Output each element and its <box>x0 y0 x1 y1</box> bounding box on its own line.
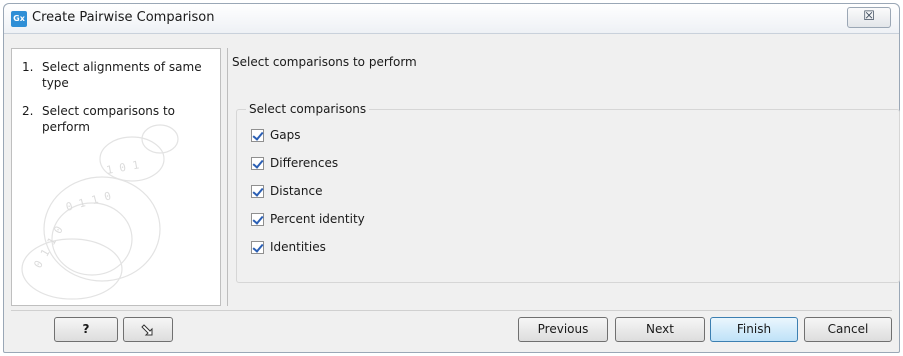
dialog-window: Gx Create Pairwise Comparison ☒ 1. Selec… <box>3 3 900 353</box>
step-number: 1. <box>22 60 34 74</box>
checkbox-checked[interactable] <box>251 212 264 226</box>
checkbox-checked[interactable] <box>251 184 264 198</box>
group-label: Select comparisons <box>246 102 370 116</box>
svg-text:0 1 1 0: 0 1 1 0 <box>64 189 112 214</box>
app-icon: Gx <box>11 11 27 27</box>
close-button[interactable]: ☒ <box>847 7 891 28</box>
option-gaps[interactable]: Gaps <box>251 128 301 142</box>
checkbox-checked[interactable] <box>251 128 264 142</box>
window-title: Create Pairwise Comparison <box>32 10 215 25</box>
option-label: Percent identity <box>270 212 365 226</box>
option-label: Distance <box>270 184 323 198</box>
footer-divider <box>11 310 892 311</box>
option-distance[interactable]: Distance <box>251 184 322 198</box>
option-differences[interactable]: Differences <box>251 156 338 170</box>
steps-panel: 1. Select alignments of same type 2. Sel… <box>11 48 221 306</box>
cancel-button[interactable]: Cancel <box>804 317 892 342</box>
step-item: 1. Select alignments of same type <box>12 59 217 91</box>
content-panel: Select comparisons to perform Select com… <box>227 48 900 306</box>
finish-button[interactable]: Finish <box>710 317 798 342</box>
comparisons-group: Select comparisons Gaps Differences Dist… <box>236 102 900 283</box>
option-percent-identity[interactable]: Percent identity <box>251 212 365 226</box>
checkbox-checked[interactable] <box>251 240 264 254</box>
help-button[interactable]: ? <box>54 317 118 342</box>
checkbox-checked[interactable] <box>251 156 264 170</box>
previous-button[interactable]: Previous <box>518 317 608 342</box>
step-label: Select alignments of same type <box>42 60 202 90</box>
page-heading: Select comparisons to perform <box>232 55 417 69</box>
option-label: Gaps <box>270 128 301 142</box>
svg-text:1 0 1: 1 0 1 <box>105 158 140 177</box>
reset-button[interactable] <box>123 317 173 342</box>
help-icon: ? <box>82 322 90 336</box>
close-icon: ☒ <box>863 9 875 24</box>
dna-watermark-icon: 0 1 1 0 0 1 1 0 1 0 1 <box>21 124 179 300</box>
option-identities[interactable]: Identities <box>251 240 326 254</box>
title-bar: Gx Create Pairwise Comparison ☒ <box>4 4 899 34</box>
option-label: Differences <box>270 156 339 170</box>
reset-icon <box>141 323 153 335</box>
next-button[interactable]: Next <box>615 317 705 342</box>
option-label: Identities <box>270 240 326 254</box>
